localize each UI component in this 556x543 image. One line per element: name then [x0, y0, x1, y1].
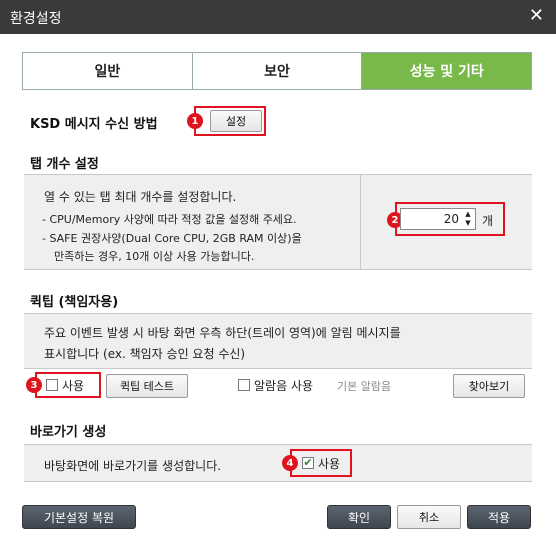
- browse-button[interactable]: 찾아보기: [453, 374, 525, 398]
- alarm-sound-label[interactable]: 알람음 사용: [254, 377, 313, 394]
- alarm-sound-checkbox[interactable]: [238, 379, 250, 391]
- shortcut-use-label[interactable]: 사용: [318, 455, 340, 472]
- quicktip-badge: 3: [26, 377, 42, 393]
- tab-count-description: 열 수 있는 탭 최대 개수를 설정합니다.: [44, 190, 237, 204]
- close-icon[interactable]: ✕: [529, 6, 544, 26]
- tab-performance-etc[interactable]: 성능 및 기타: [362, 53, 532, 89]
- ksd-heading: KSD 메시지 수신 방법: [30, 117, 158, 132]
- tab-security[interactable]: 보안: [192, 53, 363, 89]
- quicktip-test-button[interactable]: 퀵팁 테스트: [106, 374, 188, 398]
- shortcut-description: 바탕화면에 바로가기를 생성합니다.: [44, 459, 222, 473]
- window-title: 환경설정: [10, 11, 62, 27]
- cancel-button[interactable]: 취소: [397, 505, 461, 529]
- tab-count-note-safe-2: 만족하는 경우, 10개 이상 사용 가능합니다.: [54, 250, 255, 263]
- ok-button[interactable]: 확인: [327, 505, 391, 529]
- tab-count-heading: 탭 개수 설정: [30, 157, 99, 172]
- quicktip-description-1: 주요 이벤트 발생 시 바탕 화면 우측 하단(트레이 영역)에 알림 메시지를: [44, 326, 401, 340]
- tab-count-unit: 개: [482, 214, 494, 228]
- tab-general[interactable]: 일반: [23, 53, 193, 89]
- shortcut-heading: 바로가기 생성: [30, 425, 107, 440]
- quicktip-description-2: 표시합니다 (ex. 책임자 승인 요청 수신): [44, 347, 246, 361]
- quicktip-use-label[interactable]: 사용: [62, 377, 84, 394]
- alarm-sound-default: 기본 알람음: [337, 380, 392, 393]
- settings-tabs: 일반 보안 성능 및 기타: [22, 52, 532, 90]
- restore-defaults-button[interactable]: 기본설정 복원: [22, 505, 136, 529]
- tab-count-value: 20: [443, 212, 459, 226]
- shortcut-badge: 4: [282, 455, 298, 471]
- tab-count-note-cpu: - CPU/Memory 사양에 따라 적정 값을 설정해 주세요.: [42, 213, 297, 226]
- tab-count-divider: [360, 175, 361, 269]
- quicktip-use-checkbox[interactable]: [46, 379, 58, 391]
- tab-count-note-safe: - SAFE 권장사양(Dual Core CPU, 2GB RAM 이상)을: [42, 232, 302, 245]
- stepper-arrows-icon[interactable]: ▲ ▼: [463, 210, 473, 228]
- shortcut-use-checkbox[interactable]: ✔: [302, 457, 314, 469]
- ksd-setting-button[interactable]: 설정: [210, 110, 262, 132]
- quicktip-heading: 퀵팁 (책임자용): [30, 295, 119, 310]
- apply-button[interactable]: 적용: [467, 505, 531, 529]
- ksd-badge: 1: [187, 113, 203, 129]
- tab-count-stepper[interactable]: 20 ▲ ▼: [400, 208, 476, 230]
- title-bar: 환경설정 ✕: [0, 0, 556, 34]
